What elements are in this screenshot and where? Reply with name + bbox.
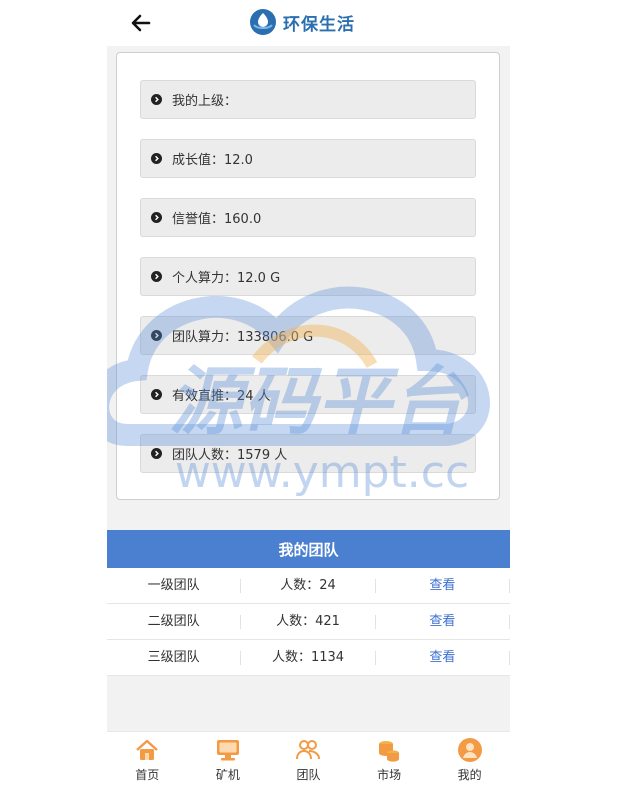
info-item-label: 信誉值：160.0: [172, 212, 262, 227]
table-row: 二级团队 人数：421 查看: [107, 604, 510, 640]
info-item-label: 团队算力：133806.0 G: [172, 330, 314, 345]
team-level: 二级团队: [107, 614, 242, 629]
tab-market[interactable]: 市场: [349, 732, 430, 788]
tab-label: 市场: [377, 768, 402, 782]
table-row: 三级团队 人数：1134 查看: [107, 640, 510, 676]
tab-team[interactable]: 团队: [268, 732, 349, 788]
tab-label: 我的: [457, 768, 482, 782]
monitor-icon: [216, 740, 239, 761]
view-team-link[interactable]: 查看: [429, 650, 455, 665]
bottom-tab-bar: 首页 矿机 团队 市场 我的: [107, 731, 510, 788]
team-section-title: 我的团队: [278, 540, 339, 559]
tab-mine[interactable]: 我的: [429, 732, 510, 788]
info-card: 我的上级： 成长值：12.0 信誉值：160.0 个人算力：12.0 G 团队算…: [116, 52, 500, 500]
view-team-link[interactable]: 查看: [429, 578, 455, 593]
info-item-direct-referrals: 有效直推：24 人: [140, 375, 476, 414]
team-level: 一级团队: [107, 578, 242, 593]
back-arrow-icon[interactable]: [129, 11, 153, 35]
tab-label: 矿机: [215, 768, 240, 782]
info-item-label: 个人算力：12.0 G: [172, 271, 281, 286]
tab-label: 首页: [135, 768, 160, 782]
brand-logo-icon: [250, 9, 276, 35]
info-item-label: 成长值：12.0: [172, 153, 253, 168]
chevron-right-icon: [151, 94, 162, 105]
team-count: 人数：24: [241, 578, 376, 593]
info-item-personal-hashrate: 个人算力：12.0 G: [140, 257, 476, 296]
chevron-right-icon: [151, 212, 162, 223]
chevron-right-icon: [151, 271, 162, 282]
info-item-growth: 成长值：12.0: [140, 139, 476, 178]
info-item-team-size: 团队人数：1579 人: [140, 434, 476, 473]
info-item-label: 我的上级：: [172, 94, 238, 109]
team-section-header: 我的团队: [107, 530, 510, 568]
brand: 环保生活: [249, 8, 355, 36]
info-item-label: 有效直推：24 人: [172, 389, 271, 404]
team-table: 一级团队 人数：24 查看 二级团队 人数：421 查看 三级团队 人数：113…: [107, 568, 510, 676]
info-item-credit: 信誉值：160.0: [140, 198, 476, 237]
info-item-team-hashrate: 团队算力：133806.0 G: [140, 316, 476, 355]
table-row: 一级团队 人数：24 查看: [107, 568, 510, 604]
chevron-right-icon: [151, 389, 162, 400]
chevron-right-icon: [151, 448, 162, 459]
page-title: 环保生活: [283, 14, 355, 35]
chevron-right-icon: [151, 330, 162, 341]
team-level: 三级团队: [107, 650, 242, 665]
view-team-link[interactable]: 查看: [429, 614, 455, 629]
team-count: 人数：1134: [241, 650, 376, 665]
team-icon: [296, 740, 321, 760]
user-icon: [457, 738, 482, 762]
info-item-superior: 我的上级：: [140, 80, 476, 119]
info-item-label: 团队人数：1579 人: [172, 448, 288, 463]
team-count: 人数：421: [241, 614, 376, 629]
top-bar: 环保生活: [107, 0, 510, 46]
app-screen: 环保生活 我的上级： 成长值：12.0 信誉值：160.0 个人算力：12.0 …: [107, 0, 510, 788]
tab-miner[interactable]: 矿机: [188, 732, 269, 788]
tab-home[interactable]: 首页: [107, 732, 188, 788]
home-icon: [136, 739, 159, 760]
coins-icon: [379, 741, 400, 762]
chevron-right-icon: [151, 153, 162, 164]
tab-label: 团队: [296, 768, 321, 782]
